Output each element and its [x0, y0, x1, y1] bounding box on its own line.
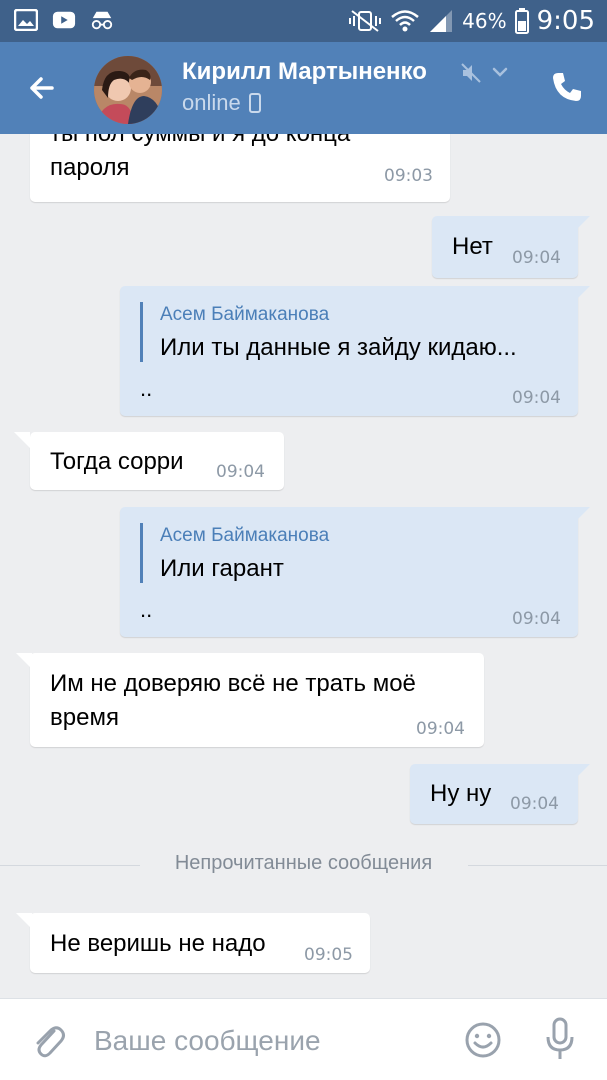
contact-name[interactable]: Кирилл Мартыненко [182, 58, 427, 86]
bubble-tail [16, 653, 32, 669]
message-line: Им не доверяю всё не трать моё [50, 670, 416, 697]
message-time: 09:04 [510, 794, 559, 814]
battery-percent: 46% [462, 9, 507, 33]
message-time: 09:03 [384, 166, 433, 186]
message-text: Им не доверяю всё не трать моё время [50, 667, 416, 735]
bubble-tail [574, 216, 590, 232]
message-incoming[interactable]: Им не доверяю всё не трать моё время 09:… [16, 653, 484, 747]
paperclip-icon[interactable] [30, 1021, 66, 1061]
clock: 9:05 [536, 6, 595, 36]
presence-status: online [182, 90, 261, 116]
vibrate-mute-icon [349, 10, 382, 32]
message-incoming[interactable]: ты пол суммы и я до конца пароля 09:03 [30, 134, 450, 202]
message-line: время [50, 704, 119, 731]
gallery-icon [14, 9, 38, 31]
mobile-icon [248, 93, 261, 113]
mute-icon [461, 63, 481, 83]
message-text: Ну ну [430, 780, 492, 807]
reply-author[interactable]: Асем Баймаканова [160, 304, 329, 326]
message-time: 09:05 [304, 945, 353, 965]
unread-divider: Непрочитанные сообщения [0, 850, 607, 880]
chevron-down-icon[interactable] [490, 62, 510, 82]
bubble-tail [14, 432, 30, 448]
emoji-icon[interactable] [464, 1021, 502, 1059]
message-text: ты пол суммы и я до конца пароля [50, 134, 350, 185]
message-text: .. [140, 597, 153, 622]
presence-text: online [182, 90, 241, 115]
message-line: ты пол суммы и я до конца [50, 134, 350, 151]
message-list[interactable]: ты пол суммы и я до конца пароля 09:03 Н… [0, 134, 607, 998]
avatar-photo [94, 56, 162, 124]
bubble-tail [574, 764, 590, 780]
status-bar: 46% 9:05 [0, 0, 607, 42]
message-text: Не веришь не надо [50, 930, 266, 957]
message-outgoing[interactable]: Ну ну 09:04 [410, 764, 590, 824]
message-outgoing[interactable]: Асем Баймаканова Или ты данные я зайду к… [120, 286, 590, 416]
message-composer [0, 998, 607, 1080]
message-text: .. [140, 376, 153, 401]
message-line: пароля [50, 154, 130, 181]
incognito-icon [91, 11, 113, 30]
reply-text: Или гарант [160, 555, 284, 582]
avatar[interactable] [94, 56, 162, 124]
youtube-icon [52, 11, 76, 29]
reply-quote-bar [140, 523, 143, 583]
message-text: Нет [452, 233, 493, 260]
status-bar-notifications [14, 9, 114, 31]
signal-icon [430, 10, 453, 32]
reply-quote-bar [140, 302, 143, 362]
wifi-icon [391, 10, 419, 32]
message-time: 09:04 [512, 248, 561, 268]
message-input[interactable] [94, 1019, 434, 1063]
bubble-tail [16, 913, 32, 929]
microphone-icon[interactable] [545, 1017, 575, 1061]
message-incoming[interactable]: Не веришь не надо 09:05 [16, 913, 370, 973]
message-time: 09:04 [512, 388, 561, 408]
chat-header: Кирилл Мартыненко online [0, 42, 607, 134]
message-outgoing[interactable]: Асем Баймаканова Или гарант .. 09:04 [120, 507, 590, 637]
battery-icon [514, 8, 529, 34]
status-bar-system: 46% 9:05 [348, 6, 595, 36]
message-outgoing[interactable]: Нет 09:04 [432, 216, 590, 278]
bubble-tail [574, 507, 590, 523]
unread-divider-label: Непрочитанные сообщения [174, 852, 433, 874]
message-time: 09:04 [512, 609, 561, 629]
divider-line [468, 865, 607, 866]
message-incoming[interactable]: Тогда сорри 09:04 [14, 432, 284, 490]
reply-text: Или ты данные я зайду кидаю... [160, 334, 517, 361]
message-text: Тогда сорри [50, 448, 184, 475]
message-time: 09:04 [216, 462, 265, 482]
phone-icon[interactable] [550, 70, 584, 104]
back-arrow-icon[interactable] [22, 68, 62, 108]
bubble-tail [574, 286, 590, 302]
message-time: 09:04 [416, 719, 465, 739]
reply-author[interactable]: Асем Баймаканова [160, 525, 329, 547]
